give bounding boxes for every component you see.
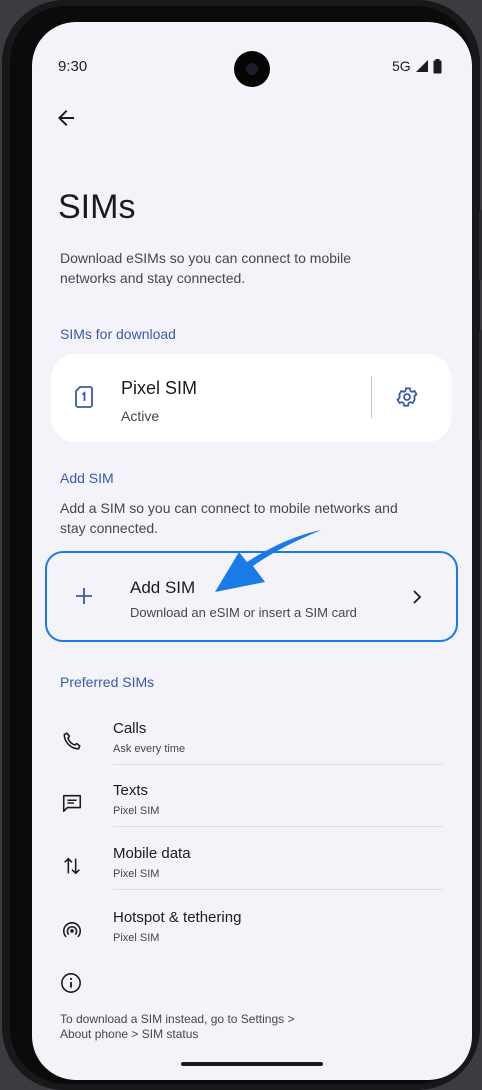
add-sim-subtitle: Download an eSIM or insert a SIM card [130,605,357,620]
screen: 9:30 5G SIMs Download eSIMs so you can c… [32,22,472,1080]
status-time: 9:30 [58,58,88,75]
sim-name: Pixel SIM [121,378,198,398]
plus-icon [76,588,92,604]
status-bar: 9:30 5G [32,22,472,87]
back-arrow-icon[interactable] [54,106,78,130]
footer-text: To download a SIM instead, go to Setting… [60,1012,295,1041]
home-indicator[interactable] [181,1062,323,1066]
preferred-item-label: Mobile data [113,845,191,862]
phone-icon [63,732,81,750]
page-description: Download eSIMs so you can connect to mob… [60,250,352,286]
list-divider [113,764,443,765]
gear-icon[interactable] [395,385,419,409]
data-arrows-icon [64,857,80,875]
chevron-right-icon [413,590,422,604]
front-camera [234,51,270,87]
list-divider [113,826,443,827]
status-network: 5G [392,58,442,74]
preferred-item-label: Hotspot & tethering [113,909,242,926]
preferred-item-value: Pixel SIM [113,868,160,880]
sim-card-icon [75,386,93,408]
phone-bezel: 9:30 5G SIMs Download eSIMs so you can c… [10,6,472,1084]
signal-icon [415,60,428,72]
preferred-item-label: Calls [113,720,147,737]
section-preferred-sims: Preferred SIMs [60,674,155,690]
battery-icon [433,58,442,73]
preferred-hotspot[interactable]: Hotspot & tethering Pixel SIM [32,901,472,963]
network-type: 5G [392,58,411,74]
list-divider [113,889,443,890]
pointer-arrow-annotation [215,530,321,592]
info-icon [61,973,81,993]
sim-status: Active [121,408,160,424]
phone-frame: 9:30 5G SIMs Download eSIMs so you can c… [2,0,482,1090]
preferred-item-value: Ask every time [113,743,186,755]
sim-card-divider [371,376,372,418]
preferred-item-value: Pixel SIM [113,932,160,944]
add-sim-title: Add SIM [130,578,196,597]
section-sims-for-download: SIMs for download [60,326,176,342]
hotspot-icon [62,922,82,938]
page-title: SIMs [58,188,136,226]
sim-card-pixel[interactable]: Pixel SIM Active [51,354,451,442]
message-icon [62,794,82,813]
section-add-sim: Add SIM [60,470,114,486]
preferred-item-value: Pixel SIM [113,805,160,817]
preferred-item-label: Texts [113,782,149,799]
